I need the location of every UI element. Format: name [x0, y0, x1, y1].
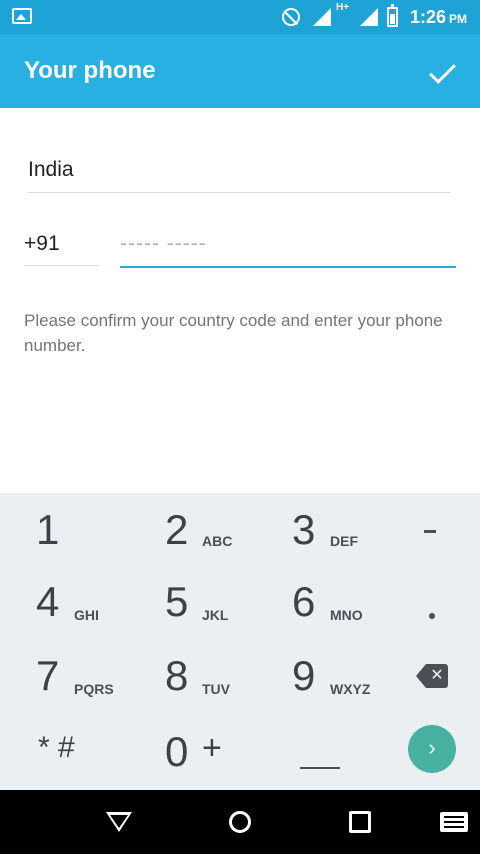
space-glyph — [300, 767, 340, 769]
key-2[interactable]: 2 ABC — [120, 493, 240, 567]
dot-glyph — [429, 613, 435, 619]
keyboard-icon[interactable] — [440, 812, 468, 832]
recents-icon[interactable] — [349, 811, 371, 833]
status-bar: H+ 1:26 PM — [0, 0, 480, 34]
dash-glyph — [424, 530, 436, 533]
key-dot[interactable] — [360, 567, 480, 641]
key-star-hash[interactable]: * # — [0, 715, 120, 789]
key-1[interactable]: 1 — [0, 493, 120, 567]
signal-icon — [360, 8, 378, 26]
key-5[interactable]: 5 JKL — [120, 567, 240, 641]
battery-icon — [387, 4, 398, 27]
gallery-icon — [12, 8, 32, 24]
key-0[interactable]: 0 + — [120, 715, 240, 789]
navigation-bar — [0, 790, 480, 854]
chevron-right-icon: › — [428, 735, 436, 760]
back-icon[interactable] — [106, 812, 132, 832]
key-9[interactable]: 9 WXYZ — [240, 641, 370, 715]
signal-icon — [313, 8, 331, 26]
numeric-keypad: 1 2 ABC 3 DEF 4 GHI 5 JKL 6 MNO 7 PQRS 8… — [0, 493, 480, 790]
hint-text: Please confirm your country code and ent… — [24, 311, 443, 355]
data-indicator: H+ — [336, 2, 350, 13]
key-3[interactable]: 3 DEF — [240, 493, 360, 567]
key-7[interactable]: 7 PQRS — [0, 641, 120, 715]
next-button[interactable]: › — [408, 725, 456, 773]
home-icon[interactable] — [229, 811, 251, 833]
app-bar: Your phone — [0, 34, 480, 108]
country-code-field[interactable]: +91 — [24, 224, 99, 266]
key-8[interactable]: 8 TUV — [120, 641, 240, 715]
key-dash[interactable] — [360, 493, 480, 567]
country-field[interactable]: India — [28, 150, 450, 193]
key-4[interactable]: 4 GHI — [0, 567, 120, 641]
phone-number-input[interactable]: ----- ----- — [120, 224, 456, 268]
status-time: 1:26 PM — [410, 7, 468, 27]
key-space[interactable] — [240, 715, 360, 789]
key-6[interactable]: 6 MNO — [240, 567, 363, 641]
check-icon[interactable] — [420, 52, 464, 92]
do-not-disturb-icon — [282, 8, 300, 26]
backspace-icon: ✕ — [426, 664, 448, 688]
backspace-button[interactable]: ✕ — [416, 664, 448, 688]
page-title: Your phone — [24, 57, 156, 84]
